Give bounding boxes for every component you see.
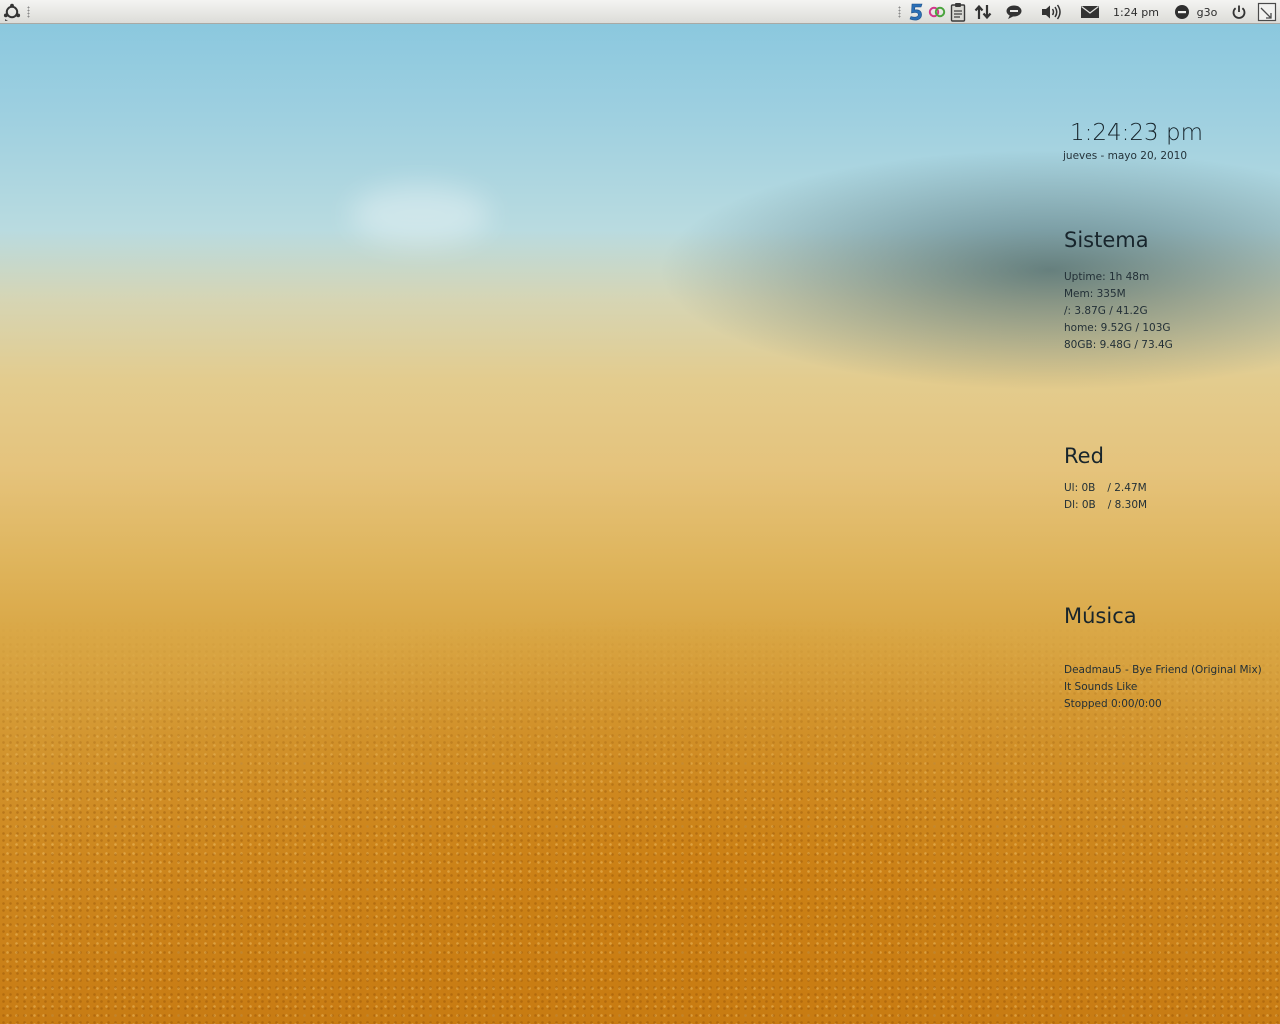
uptime-stat: Uptime: 1h 48m: [1064, 271, 1150, 283]
mail-icon[interactable]: [1079, 2, 1101, 22]
home-disk-stat: home: 9.52G / 103G: [1064, 322, 1171, 334]
disk-80gb-stat: 80GB: 9.48G / 73.4G: [1064, 339, 1173, 351]
app-5-icon[interactable]: [906, 2, 926, 22]
transfer-arrows-icon[interactable]: [973, 2, 993, 22]
panel-clock[interactable]: 1:24 pm: [1110, 2, 1162, 22]
upload-total: / 2.47M: [1107, 482, 1147, 494]
show-desktop-icon[interactable]: [1256, 2, 1278, 22]
music-album: It Sounds Like: [1064, 681, 1138, 693]
music-track: Deadmau5 - Bye Friend (Original Mix): [1064, 664, 1262, 676]
power-icon[interactable]: [1229, 2, 1249, 22]
chat-icon[interactable]: [1004, 2, 1024, 22]
memory-stat: Mem: 335M: [1064, 288, 1126, 300]
music-section-title: Música: [1064, 604, 1137, 628]
network-apps-icon[interactable]: [927, 2, 947, 22]
download-stat: Dl: 0B / 8.30M: [1064, 499, 1147, 511]
wallpaper-cloud: [350, 185, 490, 245]
music-status: Stopped 0:00/0:00: [1064, 698, 1162, 710]
download-total: / 8.30M: [1107, 499, 1148, 511]
download-rate: Dl: 0B: [1064, 499, 1096, 511]
panel-clock-label: 1:24 pm: [1113, 5, 1159, 19]
main-menu-icon[interactable]: [2, 2, 22, 22]
upload-rate: Ul: 0B: [1064, 482, 1096, 494]
desktop-wallpaper[interactable]: 1:24 pm g3o 1:24:23 pm jueves - mayo 20,…: [0, 0, 1280, 1024]
system-section-title: Sistema: [1064, 228, 1149, 252]
panel-grip-right[interactable]: [898, 6, 901, 18]
user-name: g3o: [1196, 5, 1218, 19]
conky-clock: 1:24:23 pm: [1070, 120, 1203, 146]
user-status-icon[interactable]: [1172, 2, 1192, 22]
upload-stat: Ul: 0B / 2.47M: [1064, 482, 1147, 494]
top-panel: 1:24 pm g3o: [0, 0, 1280, 24]
clipboard-icon[interactable]: [948, 2, 968, 22]
panel-grip-left[interactable]: [27, 6, 30, 18]
root-disk-stat: /: 3.87G / 41.2G: [1064, 305, 1148, 317]
user-menu[interactable]: g3o: [1194, 2, 1220, 22]
volume-icon[interactable]: [1040, 2, 1062, 22]
conky-date: jueves - mayo 20, 2010: [1063, 150, 1188, 162]
network-section-title: Red: [1064, 444, 1104, 468]
